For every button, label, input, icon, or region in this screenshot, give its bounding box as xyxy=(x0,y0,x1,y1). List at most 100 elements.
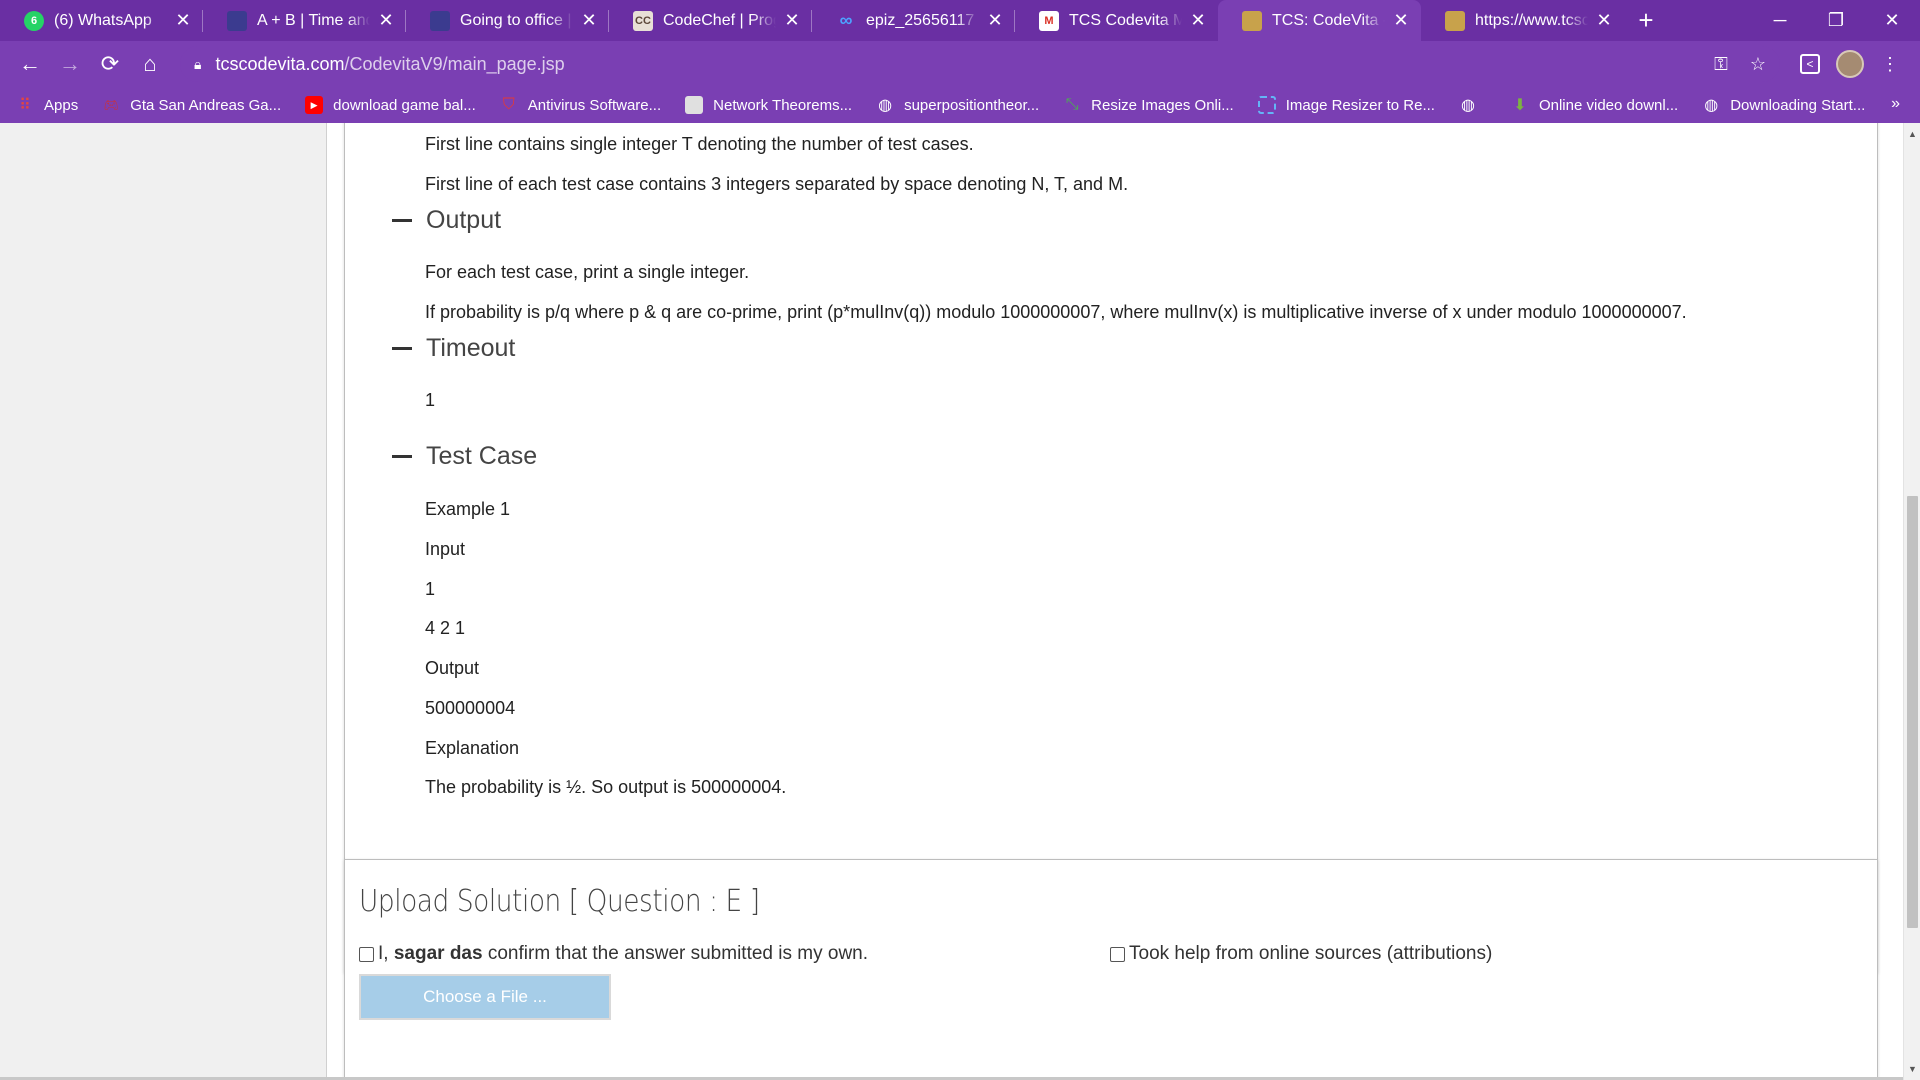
url-host: tcscodevita.com xyxy=(215,53,345,74)
bookmark-label: Gta San Andreas Ga... xyxy=(130,96,282,114)
reload-icon[interactable]: ⟳ xyxy=(90,46,130,82)
bookmark-network-theorems[interactable]: Network Theorems... xyxy=(685,96,852,114)
download-arrow-icon: ⬇ xyxy=(1513,97,1527,114)
globe-icon: ◍ xyxy=(1460,97,1475,114)
restore-icon[interactable]: ❐ xyxy=(1808,0,1864,41)
home-icon[interactable]: ⌂ xyxy=(130,46,170,82)
profile-avatar[interactable] xyxy=(1830,46,1870,82)
vertical-scrollbar[interactable]: ▲ ▼ xyxy=(1903,123,1920,1080)
scroll-up-arrow-icon[interactable]: ▲ xyxy=(1908,129,1917,139)
close-icon[interactable]: ✕ xyxy=(173,10,193,31)
own-answer-checkbox[interactable] xyxy=(359,946,374,962)
extension-icon[interactable]: < xyxy=(1790,46,1830,82)
tab-tcscodevita-url[interactable]: https://www.tcscodevita.com ✕ xyxy=(1421,0,1624,41)
online-help-attribution[interactable]: Took help from online sources (attributi… xyxy=(1110,943,1492,965)
close-icon[interactable]: ✕ xyxy=(1188,10,1208,31)
close-icon[interactable]: ✕ xyxy=(782,10,802,31)
upload-solution-panel: Upload Solution [ Question : E ] I, saga… xyxy=(344,859,1878,1080)
left-sidebar xyxy=(0,123,327,1080)
page-viewport: First line contains single integer T den… xyxy=(0,123,1903,1080)
tab-title: TCS: CodeVita - Coding xyxy=(1272,11,1385,29)
kebab-menu-icon[interactable]: ⋮ xyxy=(1870,46,1910,82)
confirm-suffix: confirm that the answer submitted is my … xyxy=(487,943,869,964)
tab-going-to-office[interactable]: Going to office | Blog ✕ xyxy=(406,0,609,41)
back-arrow-icon[interactable]: ← xyxy=(10,46,50,82)
choose-file-button[interactable]: Choose a File ... xyxy=(359,974,611,1020)
input-description-line: First line of each test case contains 3 … xyxy=(425,174,1129,194)
bookmark-globe[interactable]: ◍ xyxy=(1459,96,1487,114)
close-icon[interactable]: ✕ xyxy=(1391,10,1411,31)
bookmark-apps[interactable]: ⠿ Apps xyxy=(16,96,78,115)
close-icon[interactable]: ✕ xyxy=(579,10,599,31)
tab-title: (6) WhatsApp xyxy=(54,11,152,29)
bookmark-image-resizer[interactable]: Image Resizer to Re... xyxy=(1257,96,1435,114)
infinity-icon: ∞ xyxy=(839,10,853,30)
section-test-case[interactable]: Test Case xyxy=(392,442,537,471)
tab-title: CodeChef | Programming xyxy=(663,11,776,29)
bookmarks-overflow-icon[interactable]: » xyxy=(1891,95,1900,113)
section-timeout[interactable]: Timeout xyxy=(392,334,515,363)
bookmark-label: Antivirus Software... xyxy=(527,96,662,114)
section-output[interactable]: Output xyxy=(392,206,501,235)
bookmark-downloading[interactable]: ◍ Downloading Start... xyxy=(1702,96,1866,115)
input-description-line: First line contains single integer T den… xyxy=(425,134,974,154)
bookmark-label: Downloading Start... xyxy=(1730,96,1866,114)
tab-gmail-codevita[interactable]: M TCS Codevita Mock ✕ xyxy=(1015,0,1218,41)
close-icon[interactable]: ✕ xyxy=(985,10,1005,31)
online-help-checkbox[interactable] xyxy=(1110,946,1125,962)
timeout-value: 1 xyxy=(425,390,436,410)
new-tab-button[interactable]: + xyxy=(1624,0,1668,41)
scrollbar-thumb[interactable] xyxy=(1907,496,1918,928)
bookmark-label: Online video downl... xyxy=(1538,96,1679,114)
collapse-minus-icon[interactable] xyxy=(392,219,412,222)
input-value: 4 2 1 xyxy=(425,618,466,638)
window-close-icon[interactable]: ✕ xyxy=(1864,0,1920,41)
tab-whatsapp[interactable]: 6 (6) WhatsApp ✕ xyxy=(0,0,203,41)
output-description-line: If probability is p/q where p & q are co… xyxy=(425,302,1687,322)
problem-statement-panel: First line contains single integer T den… xyxy=(344,123,1878,973)
section-heading: Output xyxy=(426,206,502,234)
example-label: Example 1 xyxy=(425,499,511,519)
online-help-label: Took help from online sources (attributi… xyxy=(1129,943,1493,964)
tab-title: Going to office | Blog xyxy=(460,11,573,29)
page-icon xyxy=(685,96,704,114)
section-heading: Timeout xyxy=(426,334,516,362)
resize-icon: ⤡ xyxy=(1065,96,1079,113)
input-label: Input xyxy=(425,539,466,559)
bookmark-video-downloader[interactable]: ⬇ Online video downl... xyxy=(1511,96,1679,115)
lock-icon[interactable]: 🔒︎ xyxy=(194,56,201,73)
collapse-minus-icon[interactable] xyxy=(392,455,412,458)
scroll-down-arrow-icon[interactable]: ▼ xyxy=(1908,1064,1917,1074)
tab-a-plus-b[interactable]: A + B | Time and Space ✕ xyxy=(203,0,406,41)
apps-grid-icon: ⠿ xyxy=(19,97,31,114)
page-icon xyxy=(227,10,247,31)
star-icon[interactable]: ☆ xyxy=(1750,54,1766,75)
tab-epiz[interactable]: ∞ epiz_25656117 (Website) ✕ xyxy=(812,0,1015,41)
user-name: sagar das xyxy=(393,943,483,964)
address-bar[interactable]: 🔒︎ tcscodevita.com/CodevitaV9/main_page.… xyxy=(180,46,1780,82)
bookmarks-bar: ⠿ Apps 🎮︎ Gta San Andreas Ga... ▶ download … xyxy=(0,87,1920,123)
bookmark-superposition[interactable]: ◍ superpositiontheor... xyxy=(876,96,1039,115)
close-icon[interactable]: ✕ xyxy=(376,10,396,31)
own-answer-confirmation[interactable]: I, sagar das confirm that the answer sub… xyxy=(359,943,868,965)
bookmark-gta[interactable]: 🎮︎ Gta San Andreas Ga... xyxy=(102,96,282,114)
minimize-icon[interactable]: ─ xyxy=(1752,0,1808,41)
bookmark-youtube[interactable]: ▶ download game bal... xyxy=(305,96,476,114)
tab-codevita-active[interactable]: TCS: CodeVita - Coding ✕ xyxy=(1218,0,1421,41)
forward-arrow-icon[interactable]: → xyxy=(50,46,90,82)
tcs-icon xyxy=(1242,10,1262,31)
output-value: 500000004 xyxy=(425,698,516,718)
section-heading: Test Case xyxy=(426,442,538,470)
tab-title: TCS Codevita Mock xyxy=(1069,11,1182,29)
key-icon[interactable]: ⚿ xyxy=(1714,54,1728,75)
collapse-minus-icon[interactable] xyxy=(392,347,412,350)
avatar xyxy=(1836,50,1864,78)
window-controls: ─ ❐ ✕ xyxy=(1752,0,1920,41)
tab-codechef[interactable]: CC CodeChef | Programming ✕ xyxy=(609,0,812,41)
close-icon[interactable]: ✕ xyxy=(1594,10,1614,31)
bookmark-resize-images[interactable]: ⤡ Resize Images Onli... xyxy=(1063,96,1234,114)
youtube-icon: ▶ xyxy=(305,96,324,114)
bookmark-antivirus[interactable]: ⛉ Antivirus Software... xyxy=(500,96,661,114)
page-icon xyxy=(430,10,450,31)
tab-strip: 6 (6) WhatsApp ✕ A + B | Time and Space … xyxy=(0,0,1920,41)
